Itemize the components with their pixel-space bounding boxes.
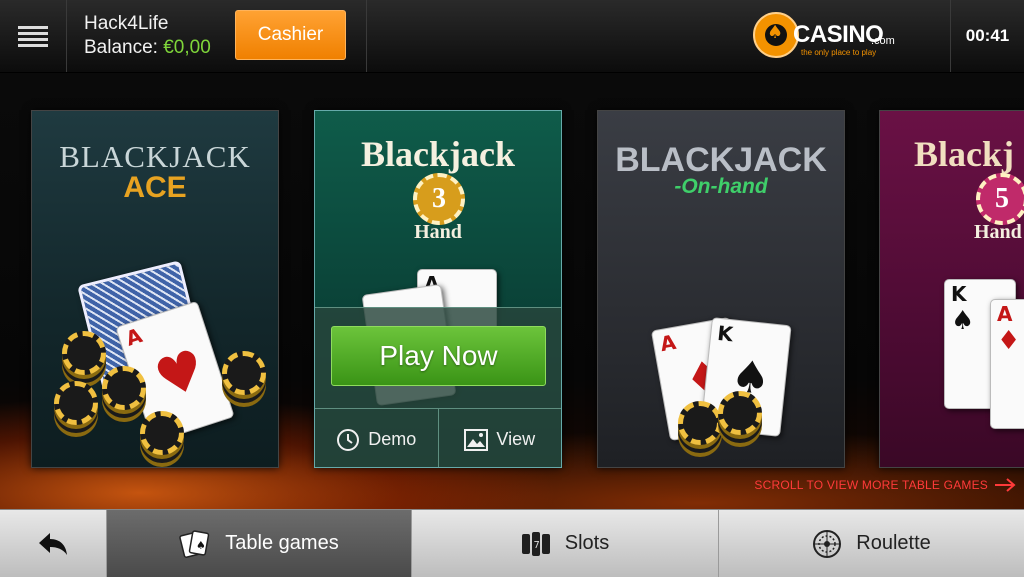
game-tile-blackjack-ace[interactable]: BLACKJACK ACE A ♥	[31, 110, 279, 468]
card-rank: A	[658, 329, 678, 357]
card-rank: A	[997, 302, 1013, 326]
view-label: View	[496, 429, 536, 449]
game-subtitle: Hand	[974, 221, 1022, 243]
hand-count-badge: 3	[413, 173, 465, 225]
tab-label: Roulette	[856, 532, 931, 554]
bottom-nav: ♠ Table games 7 Slots Roulette	[0, 509, 1024, 577]
cashier-button[interactable]: Cashier	[235, 10, 346, 60]
top-bar: Hack4Life Balance: €0,00 Cashier ♠ CASIN…	[0, 0, 1024, 73]
logo-domain: .com	[871, 35, 895, 47]
chip-icon	[678, 401, 722, 445]
game-secondary-actions: Demo View	[315, 408, 562, 467]
game-title: BLACKJACK	[59, 139, 251, 174]
image-icon	[464, 428, 489, 451]
clock: 00:41	[950, 0, 1024, 72]
account-info: Hack4Life Balance: €0,00	[84, 12, 211, 60]
game-tile-blackjack-3-hand[interactable]: Blackjack 3 Hand A Play Now Demo View	[314, 110, 562, 468]
chip-icon	[140, 411, 184, 455]
hamburger-icon	[18, 26, 48, 47]
card-rank: K	[951, 282, 967, 306]
slot-machine-icon: 7	[521, 531, 550, 556]
game-title: Blackj	[914, 134, 1015, 174]
balance-value: €0,00	[163, 37, 211, 58]
hand-count-badge: 5	[976, 173, 1024, 225]
balance-row: Balance: €0,00	[84, 36, 211, 60]
chip-icon	[62, 331, 106, 375]
diamond-icon: ♦	[997, 326, 1021, 356]
tab-roulette[interactable]: Roulette	[718, 510, 1024, 577]
playing-cards-icon: ♠	[179, 529, 210, 558]
tab-slots[interactable]: 7 Slots	[411, 510, 718, 577]
game-subtitle: -On-hand	[674, 175, 768, 198]
tab-label: Table games	[225, 532, 339, 554]
game-subtitle: Hand	[414, 221, 462, 243]
clock-icon	[337, 428, 360, 451]
view-button[interactable]: View	[437, 409, 562, 467]
spade-icon: ♠	[767, 22, 784, 43]
arrow-right-icon	[995, 478, 1016, 492]
tab-label: Slots	[564, 532, 610, 554]
game-title: Blackjack	[360, 134, 515, 174]
play-now-button[interactable]: Play Now	[331, 326, 546, 386]
chip-icon	[718, 391, 762, 435]
game-carousel[interactable]: BLACKJACK ACE A ♥ Blackjack 3 Hand A Pla…	[0, 73, 1024, 509]
playing-card-ace-diamonds: A ♦	[990, 299, 1024, 429]
logo-text: CASINO	[793, 21, 884, 48]
chip-icon	[222, 351, 266, 395]
scroll-hint[interactable]: SCROLL TO VIEW MORE TABLE GAMES	[754, 478, 1016, 492]
game-tile-blackjack-5-hand[interactable]: Blackj 5 Hand K ♠ A ♦	[879, 110, 1024, 468]
scroll-hint-text: SCROLL TO VIEW MORE TABLE GAMES	[754, 478, 988, 492]
back-button[interactable]	[0, 510, 106, 577]
heart-icon: ♥	[147, 336, 213, 412]
spade-icon: ♠	[951, 306, 975, 336]
tab-table-games[interactable]: ♠ Table games	[106, 510, 411, 577]
balance-label: Balance:	[84, 37, 158, 58]
casino-logo[interactable]: ♠ CASINO .com the only place to play	[753, 12, 903, 62]
svg-text:♠: ♠	[196, 539, 206, 552]
back-arrow-icon	[39, 532, 67, 555]
menu-button[interactable]	[0, 0, 67, 72]
chip-icon	[54, 381, 98, 425]
logo-tagline: the only place to play	[801, 48, 877, 57]
roulette-wheel-icon	[813, 529, 842, 558]
divider	[366, 0, 367, 72]
card-rank: K	[716, 320, 735, 347]
game-subtitle: ACE	[123, 171, 187, 204]
username: Hack4Life	[84, 13, 169, 34]
game-tile-blackjack-on-hand[interactable]: BLACKJACK -On-hand A ♦ K ♠	[597, 110, 845, 468]
svg-text:7: 7	[533, 540, 539, 551]
demo-button[interactable]: Demo	[315, 409, 438, 467]
demo-label: Demo	[368, 429, 417, 449]
chip-icon	[102, 366, 146, 410]
card-rank: A	[122, 323, 145, 351]
game-action-overlay: Play Now Demo View	[315, 307, 562, 467]
